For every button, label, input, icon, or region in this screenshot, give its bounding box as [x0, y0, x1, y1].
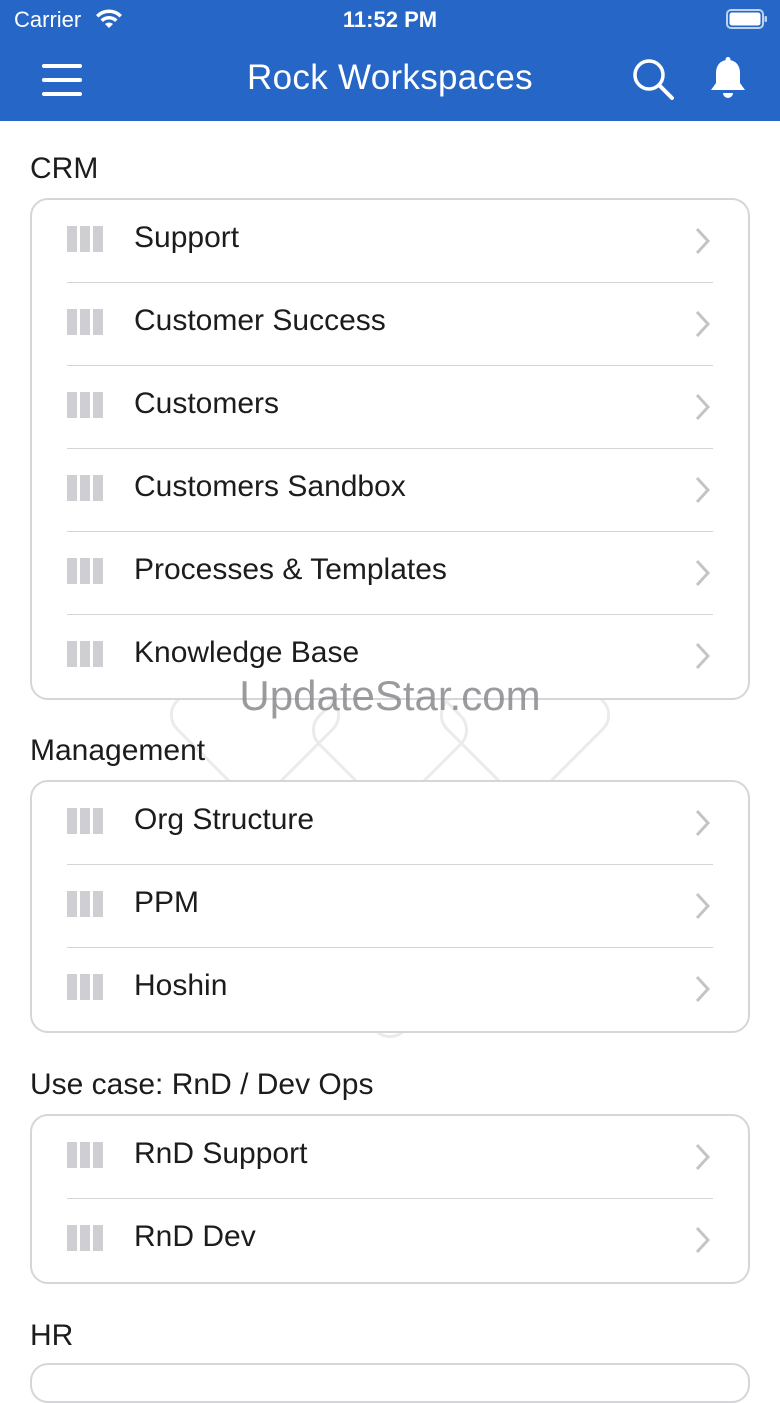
workspace-row-customers[interactable]: Customers — [32, 366, 748, 449]
chevron-right-icon — [695, 809, 710, 837]
workspace-row-support[interactable]: Support — [32, 200, 748, 283]
section-title-hr: HR — [30, 1319, 74, 1352]
workspace-row-customer-success[interactable]: Customer Success — [32, 283, 748, 366]
chevron-right-icon — [695, 975, 710, 1003]
chevron-right-icon — [695, 642, 710, 670]
workspace-icon — [67, 974, 105, 1000]
workspace-label: Org Structure — [134, 803, 315, 836]
chevron-right-icon — [695, 310, 710, 338]
workspace-label: Customers — [134, 387, 280, 420]
workspace-icon — [67, 808, 105, 834]
workspace-icon — [67, 226, 105, 252]
workspace-label: RnD Dev — [134, 1220, 256, 1253]
workspace-icon — [67, 891, 105, 917]
chevron-right-icon — [695, 1143, 710, 1171]
chevron-right-icon — [695, 892, 710, 920]
navigation-bar: Rock Workspaces — [0, 40, 780, 121]
section-title-crm: CRM — [30, 152, 99, 185]
workspace-label: PPM — [134, 886, 200, 919]
workspace-label: Hoshin — [134, 969, 228, 1002]
workspace-row-processes-templates[interactable]: Processes & Templates — [32, 532, 748, 615]
workspace-row-org-structure[interactable]: Org Structure — [32, 782, 748, 865]
workspace-label: Knowledge Base — [134, 636, 360, 669]
status-bar: Carrier 11:52 PM — [0, 0, 780, 40]
workspace-row-customers-sandbox[interactable]: Customers Sandbox — [32, 449, 748, 532]
workspace-card-management: Org Structure PPM Hoshin — [30, 780, 750, 1033]
workspace-icon — [67, 1225, 105, 1251]
workspace-icon — [67, 309, 105, 335]
chevron-right-icon — [695, 559, 710, 587]
workspace-card-hr — [30, 1363, 750, 1403]
workspace-label: Processes & Templates — [134, 553, 447, 586]
workspace-icon — [67, 475, 105, 501]
search-icon[interactable] — [630, 56, 676, 102]
workspace-label: Customers Sandbox — [134, 470, 406, 503]
workspace-icon — [67, 641, 105, 667]
workspace-label: Support — [134, 221, 240, 254]
top-bar: Carrier 11:52 PM Rock Workspaces — [0, 0, 780, 121]
workspace-icon — [67, 558, 105, 584]
workspace-card-rnd-devops: RnD Support RnD Dev — [30, 1114, 750, 1284]
watermark-text: UpdateStar.com — [239, 672, 541, 719]
workspace-row-hoshin[interactable]: Hoshin — [32, 948, 748, 1031]
workspace-icon — [67, 1142, 105, 1168]
workspace-label: Customer Success — [134, 304, 386, 337]
chevron-right-icon — [695, 227, 710, 255]
workspace-label: RnD Support — [134, 1137, 308, 1170]
bell-icon[interactable] — [707, 56, 749, 102]
workspace-card-crm: Support Customer Success Customers Custo… — [30, 198, 750, 700]
workspace-icon — [67, 392, 105, 418]
workspace-row-ppm[interactable]: PPM — [32, 865, 748, 948]
battery-icon — [726, 9, 767, 29]
chevron-right-icon — [695, 476, 710, 504]
chevron-right-icon — [695, 1226, 710, 1254]
clock: 11:52 PM — [342, 7, 438, 32]
section-title-management: Management — [30, 734, 206, 767]
chevron-right-icon — [695, 393, 710, 421]
section-title-rnd-devops: Use case: RnD / Dev Ops — [30, 1068, 374, 1101]
workspace-row-rnd-support[interactable]: RnD Support — [32, 1116, 748, 1199]
workspace-row-rnd-dev[interactable]: RnD Dev — [32, 1199, 748, 1282]
